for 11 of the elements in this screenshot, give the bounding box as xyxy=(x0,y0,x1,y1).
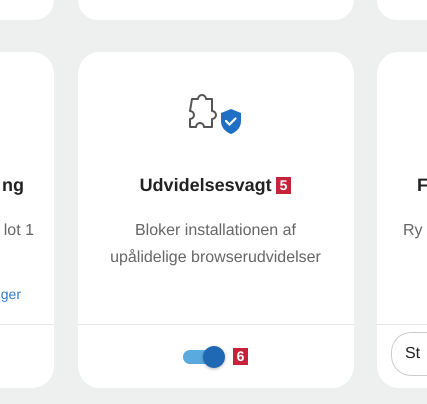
callout-number: 5 xyxy=(276,177,292,194)
card-title: Udvidelsesvagt xyxy=(140,174,272,197)
callout-number: 6 xyxy=(232,348,248,365)
card-title: F xyxy=(417,174,427,197)
card-description: Ry xyxy=(403,221,423,241)
card-link[interactable]: ger xyxy=(0,284,21,305)
toggle-switch[interactable] xyxy=(182,346,225,368)
card-description: lot 1 xyxy=(4,221,34,241)
card-description: Bloker installationen af upålidelige browserudvidelser xyxy=(109,221,322,268)
card-button[interactable]: St xyxy=(391,332,427,376)
card-title: ng xyxy=(2,174,24,197)
